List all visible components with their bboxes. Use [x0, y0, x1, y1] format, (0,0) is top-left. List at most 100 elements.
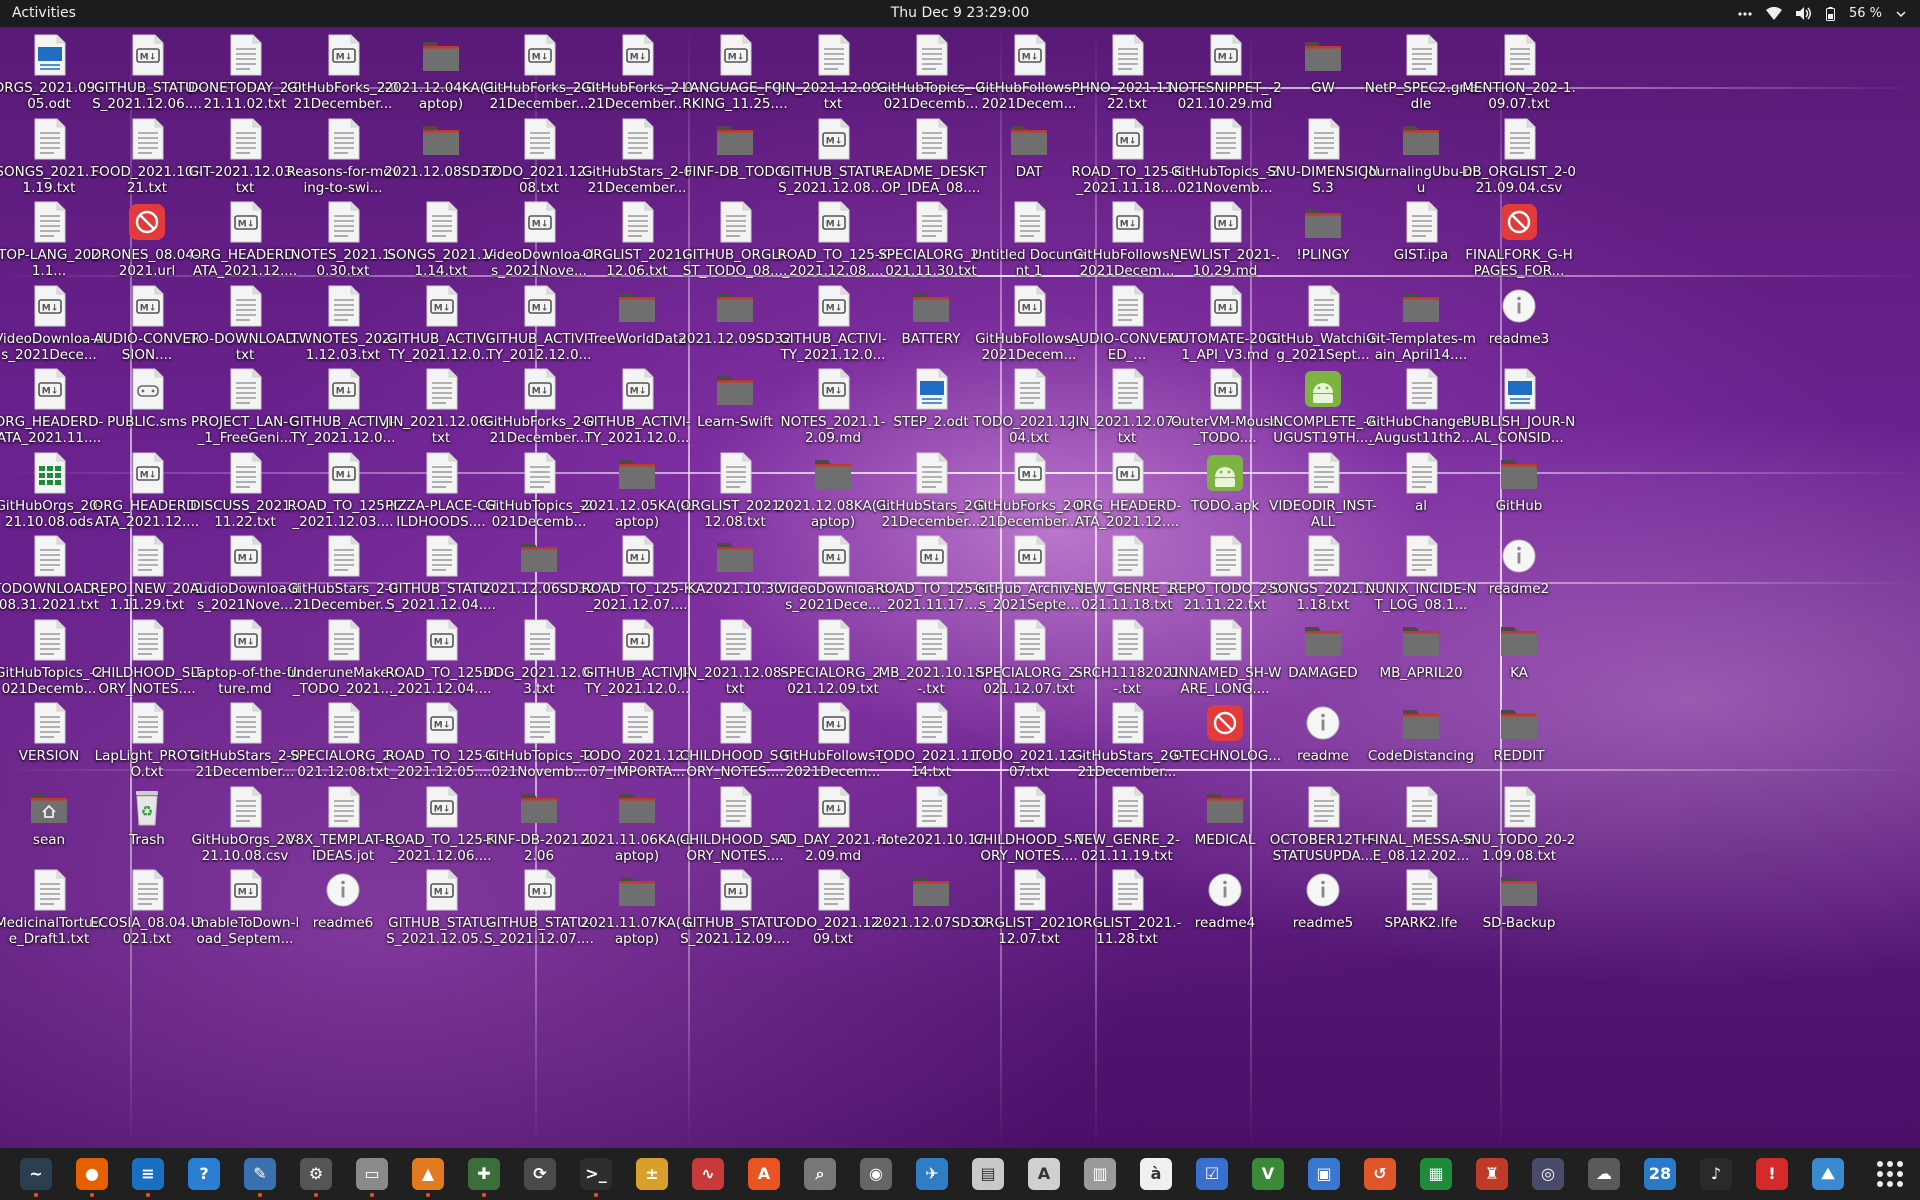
svg-text:M↓: M↓: [826, 721, 843, 731]
text-editor-launcher[interactable]: ✎: [240, 1154, 280, 1197]
system-monitor-icon: ~: [20, 1158, 52, 1190]
calendar-launcher[interactable]: 28: [1640, 1154, 1680, 1194]
folder-file-icon: [911, 284, 951, 328]
svg-text:M↓: M↓: [532, 387, 549, 397]
battery-icon[interactable]: [1825, 6, 1835, 21]
archive-launcher[interactable]: ▥: [1080, 1154, 1120, 1194]
calculator-icon: ±: [636, 1158, 668, 1190]
md-file-icon: M↓: [519, 200, 559, 244]
clock[interactable]: Thu Dec 9 23:29:00: [891, 5, 1030, 21]
puzzle-launcher[interactable]: ✚: [464, 1154, 504, 1197]
game-launcher[interactable]: ♜: [1472, 1154, 1512, 1194]
terminal-launcher[interactable]: >_: [576, 1154, 616, 1197]
camera-launcher[interactable]: ◎: [1528, 1154, 1568, 1194]
txt-file-icon: [911, 117, 951, 161]
document-viewer-launcher[interactable]: ▤: [968, 1154, 1008, 1194]
md-file-icon: M↓: [421, 284, 461, 328]
md-file-icon: M↓: [127, 284, 167, 328]
info-file-icon: [323, 868, 363, 912]
running-indicator: [146, 1193, 150, 1197]
photo-icon: ⛰: [1812, 1158, 1844, 1190]
wifi-icon[interactable]: [1765, 7, 1782, 20]
sms-file-icon: [127, 367, 167, 411]
svg-text:M↓: M↓: [140, 53, 157, 63]
software-launcher[interactable]: A: [744, 1154, 784, 1194]
txt-file-icon: [421, 200, 461, 244]
graph-launcher[interactable]: ∿: [688, 1154, 728, 1194]
md-file-icon: M↓: [519, 868, 559, 912]
md-file-icon: M↓: [617, 534, 657, 578]
svg-text:M↓: M↓: [336, 470, 353, 480]
cloud-launcher[interactable]: ☁: [1584, 1154, 1624, 1194]
txt-file-icon: [225, 284, 265, 328]
desktop-icon-grid: ORGS_2021.09.-05.odt SONGS_2021.1-1.19.tx…: [0, 27, 1920, 1148]
txt-file-icon: [911, 785, 951, 829]
writer-launcher[interactable]: ≡: [128, 1154, 168, 1197]
drawing-icon: ✈: [916, 1158, 948, 1190]
svg-text:M↓: M↓: [42, 303, 59, 313]
folder-file-icon: [1499, 701, 1539, 745]
md-file-icon: M↓: [29, 284, 69, 328]
info-file-icon: [1303, 701, 1343, 745]
md-file-icon: M↓: [1205, 33, 1245, 77]
folder-file-icon: [1303, 618, 1343, 662]
desktop-item-label: readme2: [1488, 581, 1550, 597]
txt-file-icon: [1205, 618, 1245, 662]
show-apps-icon[interactable]: [1872, 1156, 1908, 1192]
spreadsheet-launcher[interactable]: ▦: [1416, 1154, 1456, 1194]
running-indicator: [258, 1193, 262, 1197]
calculator-launcher[interactable]: ±: [632, 1154, 672, 1194]
svg-text:M↓: M↓: [630, 637, 647, 647]
txt-file-icon: [1303, 785, 1343, 829]
md-file-icon: M↓: [813, 785, 853, 829]
url-file-icon: [1499, 200, 1539, 244]
txt-file-icon: [127, 117, 167, 161]
txt-file-icon: [323, 200, 363, 244]
svg-text:M↓: M↓: [532, 53, 549, 63]
font-viewer-launcher[interactable]: A: [1024, 1154, 1064, 1194]
txt-file-icon: [1009, 785, 1049, 829]
firefox-launcher[interactable]: ●: [72, 1154, 112, 1197]
md-file-icon: M↓: [225, 868, 265, 912]
txt-file-icon: [323, 618, 363, 662]
svg-text:M↓: M↓: [728, 888, 745, 898]
desktop-item-label: SNU_TODO_20-21.09.08.txt: [1462, 831, 1576, 864]
drawing-launcher[interactable]: ✈: [912, 1154, 952, 1194]
running-indicator: [370, 1193, 374, 1197]
more-icon[interactable]: [1738, 11, 1752, 16]
image-viewer-launcher[interactable]: ⌕: [800, 1154, 840, 1194]
svg-text:M↓: M↓: [434, 303, 451, 313]
character-map-launcher[interactable]: à: [1136, 1154, 1176, 1194]
txt-file-icon: [1107, 367, 1147, 411]
txt-file-icon: [813, 33, 853, 77]
help-launcher[interactable]: ?: [184, 1154, 224, 1194]
vim-launcher[interactable]: V: [1248, 1154, 1288, 1194]
txt-file-icon: [1009, 367, 1049, 411]
updater-launcher[interactable]: ⟳: [520, 1154, 560, 1194]
svg-text:M↓: M↓: [1218, 303, 1235, 313]
activities-button[interactable]: Activities: [12, 5, 76, 21]
volume-icon[interactable]: [1795, 7, 1812, 20]
music-launcher[interactable]: ♪: [1696, 1154, 1736, 1194]
files-launcher[interactable]: ▭: [352, 1154, 392, 1197]
txt-file-icon: [1205, 117, 1245, 161]
running-indicator: [90, 1193, 94, 1197]
svg-text:M↓: M↓: [434, 888, 451, 898]
system-monitor-launcher[interactable]: ~: [16, 1154, 56, 1197]
puzzle-icon: ✚: [468, 1158, 500, 1190]
vlc-launcher[interactable]: ▲: [408, 1154, 448, 1197]
firefox-icon: ●: [76, 1158, 108, 1190]
disc-launcher[interactable]: ◉: [856, 1154, 896, 1194]
system-tray[interactable]: 56 %: [1738, 3, 1906, 24]
backup-launcher[interactable]: ↺: [1360, 1154, 1400, 1194]
alert-launcher[interactable]: !: [1752, 1154, 1792, 1194]
md-file-icon: M↓: [813, 117, 853, 161]
remote-desktop-launcher[interactable]: ▣: [1304, 1154, 1344, 1194]
desktop-item[interactable]: SD-Backup: [1460, 862, 1578, 962]
txt-file-icon: [127, 701, 167, 745]
tasks-launcher[interactable]: ☑: [1192, 1154, 1232, 1194]
settings-launcher[interactable]: ⚙: [296, 1154, 336, 1197]
txt-file-icon: [1401, 785, 1441, 829]
photo-launcher[interactable]: ⛰: [1808, 1154, 1848, 1194]
chevron-down-icon[interactable]: [1896, 10, 1906, 17]
